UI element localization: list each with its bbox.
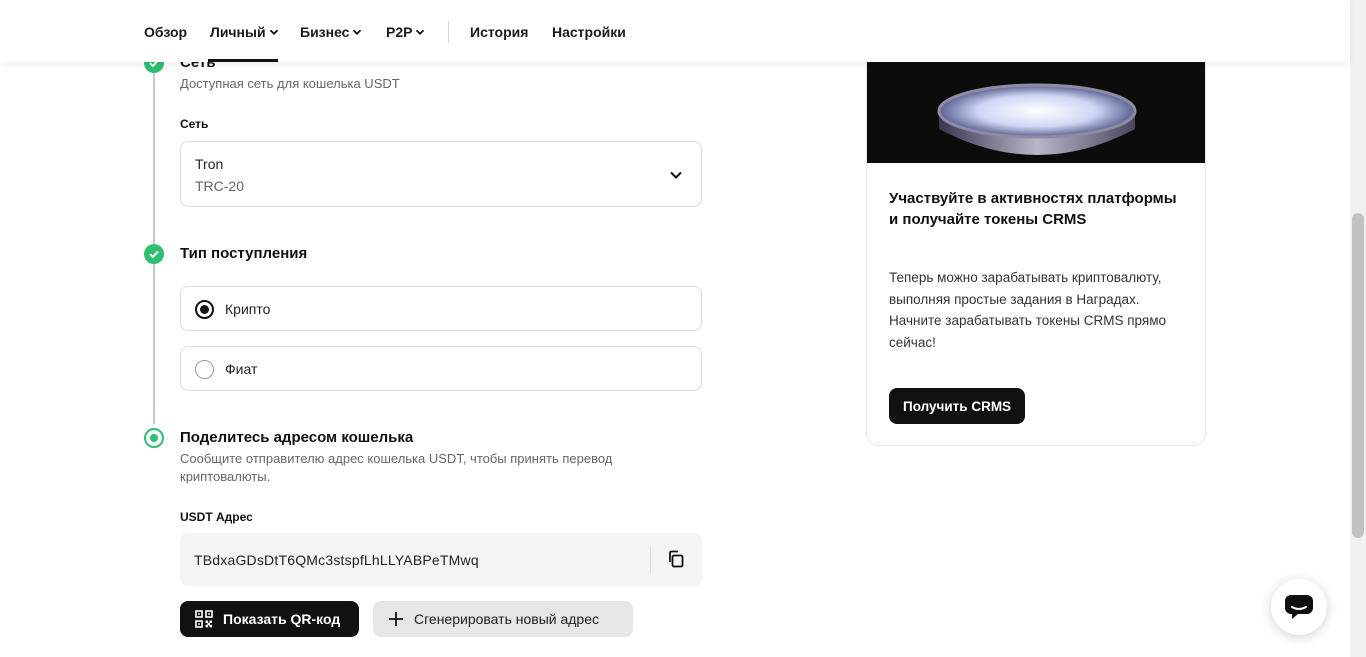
nav-divider bbox=[448, 21, 449, 43]
scrollbar-thumb[interactable] bbox=[1352, 213, 1364, 538]
step-active-icon bbox=[144, 428, 164, 448]
radio-label: Фиат bbox=[225, 361, 258, 377]
promo-card: Участвуйте в активностях платформы и пол… bbox=[866, 30, 1206, 446]
chevron-down-icon bbox=[670, 171, 682, 179]
radio-checked-icon[interactable] bbox=[195, 300, 214, 319]
nav-business[interactable]: Бизнес bbox=[300, 24, 362, 40]
network-field-label: Сеть bbox=[180, 117, 209, 131]
promo-text: Теперь можно зарабатывать криптовалюту, … bbox=[889, 270, 1166, 350]
nav-p2p[interactable]: P2P bbox=[386, 24, 425, 40]
share-step-description: Сообщите отправителю адрес кошелька USDT… bbox=[180, 451, 613, 484]
show-qr-button[interactable]: Показать QR-код bbox=[180, 601, 359, 637]
deposit-type-title: Тип поступления bbox=[180, 245, 308, 262]
network-step-description: Доступная сеть для кошелька USDT bbox=[180, 76, 400, 91]
network-select[interactable]: Tron TRC-20 bbox=[180, 141, 702, 207]
nav-active-indicator bbox=[208, 59, 278, 62]
network-name: Tron bbox=[195, 156, 224, 172]
nav-overview[interactable]: Обзор bbox=[144, 24, 187, 40]
wallet-address[interactable]: TBdxaGDsDtT6QMc3stspfLhLLYABPeTMwq bbox=[194, 552, 479, 568]
top-navigation: Обзор Личный Бизнес P2P История Настройк… bbox=[0, 0, 1350, 62]
qr-code-icon bbox=[195, 610, 213, 628]
nav-personal[interactable]: Личный bbox=[210, 24, 279, 40]
chat-support-button[interactable] bbox=[1271, 579, 1327, 635]
nav-overview-label: Обзор bbox=[144, 24, 188, 40]
generate-address-button[interactable]: Сгенерировать новый адрес bbox=[373, 601, 633, 637]
show-qr-label: Показать QR-код bbox=[223, 611, 341, 627]
nav-business-label: Бизнес bbox=[300, 24, 350, 40]
step-complete-icon bbox=[144, 244, 164, 264]
address-field: TBdxaGDsDtT6QMc3stspfLhLLYABPeTMwq bbox=[180, 533, 702, 586]
plus-icon bbox=[389, 612, 403, 626]
chevron-down-icon bbox=[416, 29, 425, 35]
copy-divider bbox=[650, 547, 651, 573]
radio-option-crypto[interactable]: Крипто bbox=[180, 286, 702, 331]
radio-option-fiat[interactable]: Фиат bbox=[180, 346, 702, 391]
nav-personal-label: Личный bbox=[210, 24, 266, 40]
nav-p2p-label: P2P bbox=[386, 24, 413, 40]
chevron-down-icon bbox=[353, 29, 362, 35]
nav-settings-label: Настройки bbox=[552, 24, 626, 40]
radio-unchecked-icon[interactable] bbox=[195, 360, 214, 379]
copy-icon[interactable] bbox=[666, 549, 686, 569]
get-crms-button[interactable]: Получить CRMS bbox=[889, 388, 1026, 424]
address-field-label: USDT Адрес bbox=[180, 510, 253, 524]
scrollbar[interactable] bbox=[1350, 0, 1366, 657]
radio-label: Крипто bbox=[225, 301, 271, 317]
generate-address-label: Сгенерировать новый адрес bbox=[414, 611, 600, 627]
nav-history-label: История bbox=[470, 24, 529, 40]
stepper-line bbox=[153, 62, 155, 245]
nav-settings[interactable]: Настройки bbox=[552, 24, 626, 40]
share-step-title: Поделитесь адресом кошелька bbox=[180, 429, 414, 446]
network-standard: TRC-20 bbox=[195, 178, 245, 194]
stepper-line bbox=[153, 264, 155, 424]
nav-history[interactable]: История bbox=[470, 24, 528, 40]
chevron-down-icon bbox=[269, 29, 278, 35]
promo-title: Участвуйте в активностях платформы и пол… bbox=[889, 190, 1177, 228]
chat-icon bbox=[1285, 595, 1313, 619]
